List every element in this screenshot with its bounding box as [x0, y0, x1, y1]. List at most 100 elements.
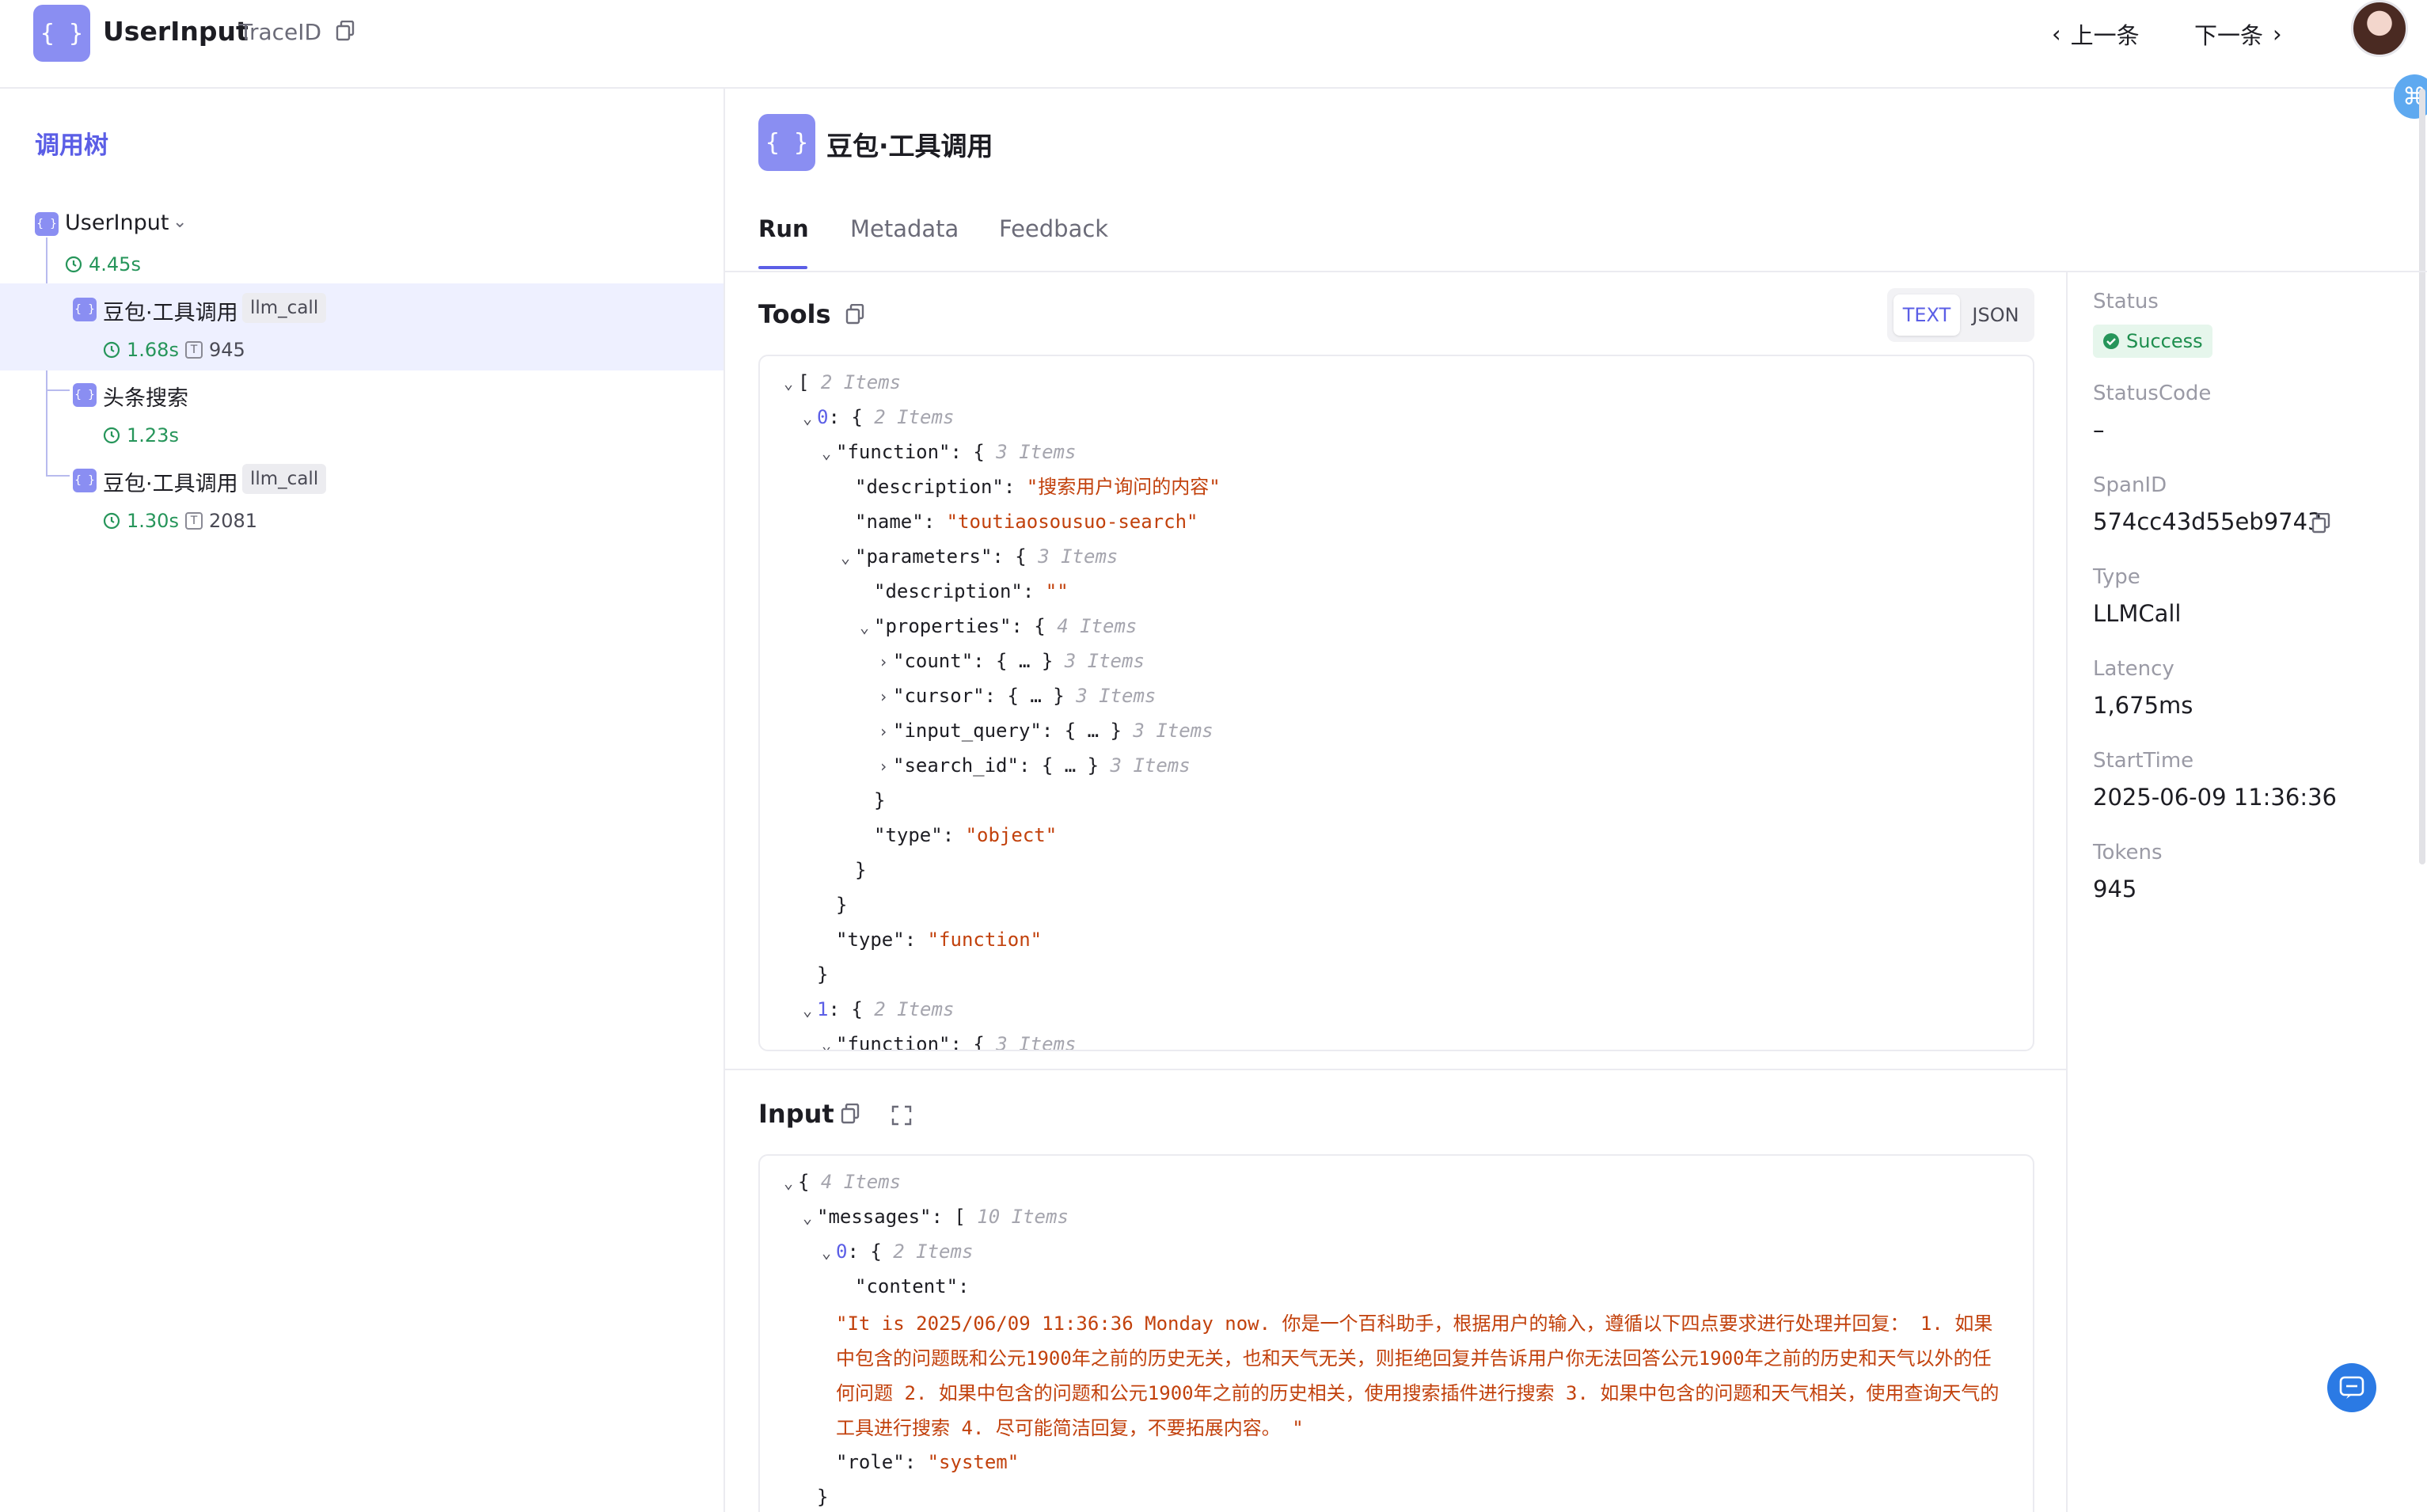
top-header: { } UserInput TraceID ‹ 上一条 下一条 › [0, 0, 2427, 89]
code-token: 4 Items [809, 1171, 902, 1193]
code-line[interactable]: ⌄ 0: { 2 Items [803, 405, 954, 430]
chevron-down-icon[interactable]: ⌄ [860, 615, 874, 639]
next-button[interactable]: 下一条 › [2194, 17, 2282, 51]
avatar[interactable] [2351, 0, 2408, 57]
type-value: LLMCall [2093, 600, 2182, 627]
code-line[interactable]: › "search_id": { … } 3 Items [879, 754, 1191, 778]
clock-icon [103, 512, 120, 530]
copy-icon[interactable] [845, 303, 864, 328]
code-line[interactable]: ⌄ 0: { 2 Items [822, 1240, 973, 1264]
node-tag: llm_call [242, 464, 327, 494]
chevron-right-icon: › [2273, 21, 2282, 47]
chevron-down-icon[interactable]: ⌄ [803, 1206, 817, 1229]
chevron-right-icon[interactable]: › [879, 650, 893, 674]
code-line[interactable]: ⌄{ 4 Items [784, 1170, 901, 1195]
chevron-down-icon[interactable]: ⌄ [803, 998, 817, 1022]
chevron-down-icon[interactable]: ⌄ [841, 545, 855, 569]
format-json-button[interactable]: JSON [1963, 294, 2028, 336]
check-circle-icon [2103, 333, 2119, 349]
type-label: Type [2093, 565, 2140, 589]
expand-icon[interactable] [891, 1105, 912, 1129]
code-line[interactable]: ⌄ "function": { 3 Items [822, 1032, 1076, 1050]
code-token: 2 Items [881, 1240, 974, 1263]
code-token: 4 Items [1045, 615, 1138, 637]
chevron-down-icon[interactable]: ⌄ [803, 406, 817, 430]
tools-code-viewer[interactable]: ⌄[ 2 Items ⌄ 0: { 2 Items ⌄ "function": { 3 … [758, 355, 2034, 1051]
starttime-value: 2025-06-09 11:36:36 [2093, 784, 2337, 811]
chevron-right-icon[interactable]: › [879, 754, 893, 778]
code-token: 3 Items [1026, 545, 1119, 568]
code-token: "cursor": { … } [893, 685, 1065, 707]
code-line: "description": "搜索用户询问的内容" [841, 475, 1221, 499]
code-token: 3 Items [1053, 650, 1145, 672]
spanid-value: 574cc43d55eb9743 [2093, 508, 2323, 535]
code-token: "toutiaosousuo-search" [946, 511, 1198, 533]
code-line[interactable]: ⌄ 1: { 2 Items [803, 997, 954, 1022]
span-title: 豆包·工具调用 [826, 131, 993, 161]
input-title: Input [758, 1099, 834, 1129]
code-token: } [855, 859, 867, 881]
statuscode-value: – [2093, 416, 2105, 443]
code-token: 1 [817, 998, 829, 1020]
code-line[interactable]: ⌄[ 2 Items [784, 370, 901, 395]
tree-root-name[interactable]: UserInput [65, 211, 169, 235]
format-toggle: TEXT JSON [1887, 288, 2034, 342]
code-token: "object" [965, 824, 1058, 846]
chevron-down-icon[interactable]: ⌄ [822, 1240, 836, 1264]
code-line[interactable]: ⌄ "properties": { 4 Items [860, 614, 1137, 639]
code-token: "messages": [ [817, 1206, 966, 1228]
tools-title: Tools [758, 299, 831, 329]
page-title: UserInput [103, 16, 249, 47]
status-badge: Success [2093, 325, 2212, 358]
chevron-down-icon[interactable]: ⌄ [822, 441, 836, 465]
node-duration: 1.23s [103, 424, 179, 446]
copy-icon[interactable] [336, 20, 355, 44]
code-token: 3 Items [1064, 685, 1157, 707]
tab-run[interactable]: Run [758, 215, 809, 242]
code-token: "properties": { [874, 615, 1046, 637]
code-line[interactable]: ⌄ "function": { 3 Items [822, 440, 1076, 465]
code-line: "type": "function" [822, 928, 1042, 952]
page-scrollbar[interactable] [2419, 89, 2425, 864]
code-token: 2 Items [809, 371, 902, 393]
tab-feedback[interactable]: Feedback [999, 215, 1108, 242]
code-token: "搜索用户询问的内容" [1026, 476, 1221, 498]
code-line: "role": "system" [836, 1451, 1020, 1473]
code-token: 3 Items [984, 441, 1077, 463]
code-token: 3 Items [1099, 754, 1191, 777]
chevron-down-icon[interactable]: ⌄ [784, 1171, 798, 1195]
braces-node-icon: { } [73, 383, 97, 407]
code-line: } [817, 1486, 829, 1508]
code-line[interactable]: ⌄ "parameters": { 3 Items [841, 545, 1118, 569]
content-string-value: "It is 2025/06/09 11:36:36 Monday now. 你… [836, 1313, 2000, 1439]
braces-node-icon: { } [35, 212, 59, 236]
braces-span-icon: { } [758, 114, 815, 171]
code-token: "parameters": { [855, 545, 1027, 568]
code-token: "" [1045, 580, 1069, 602]
code-token: 0 [836, 1240, 848, 1263]
divider [2066, 272, 2068, 1512]
chevron-down-icon[interactable]: ⌄ [784, 371, 798, 395]
prev-button[interactable]: ‹ 上一条 [2052, 17, 2140, 51]
copy-icon[interactable] [841, 1103, 860, 1127]
chevron-down-icon[interactable]: ⌄ [822, 1033, 836, 1050]
tree-node-name: 豆包·工具调用 [103, 472, 238, 496]
divider [725, 1069, 2066, 1070]
copy-icon[interactable] [2311, 512, 2330, 537]
tab-metadata[interactable]: Metadata [850, 215, 959, 242]
code-line[interactable]: › "input_query": { … } 3 Items [879, 719, 1214, 743]
chevron-right-icon[interactable]: › [879, 720, 893, 743]
latency-value: 1,675ms [2093, 692, 2193, 719]
code-line[interactable]: › "count": { … } 3 Items [879, 649, 1145, 674]
active-tab-indicator [758, 266, 807, 269]
chat-icon[interactable] [2327, 1363, 2376, 1412]
code-token: : { [828, 998, 863, 1020]
code-line: } [860, 788, 885, 812]
prev-label: 上一条 [2070, 22, 2140, 49]
code-line[interactable]: › "cursor": { … } 3 Items [879, 684, 1156, 709]
code-line[interactable]: ⌄ "messages": [ 10 Items [803, 1205, 1069, 1229]
chevron-down-icon[interactable]: ⌄ [173, 212, 187, 232]
code-line: } [841, 858, 866, 882]
chevron-right-icon[interactable]: › [879, 685, 893, 709]
format-text-button[interactable]: TEXT [1893, 294, 1960, 336]
